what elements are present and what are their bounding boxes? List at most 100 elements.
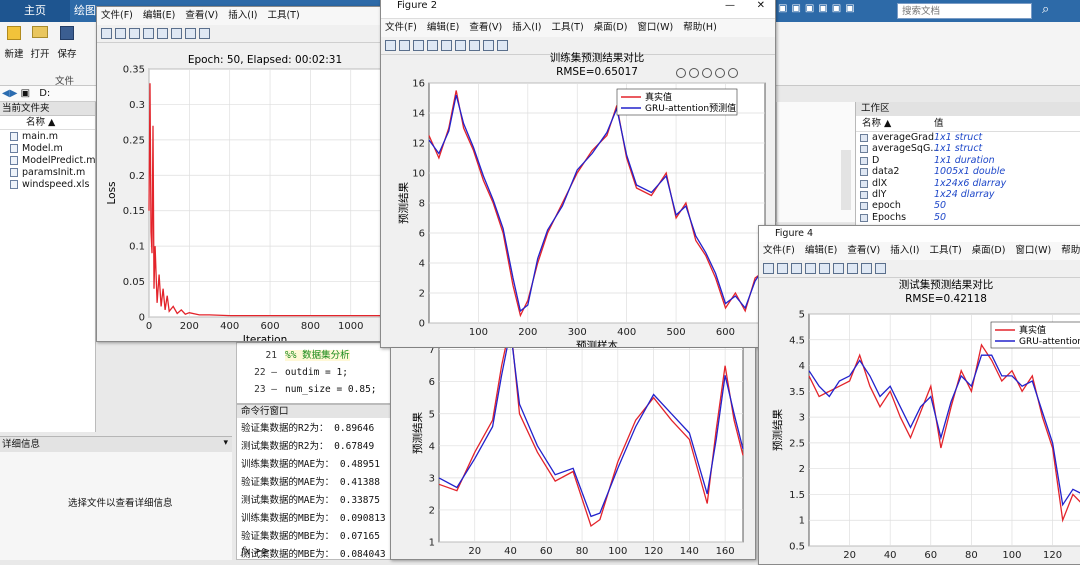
menu-item[interactable]: 桌面(D)	[972, 245, 1006, 256]
zoom-in-icon[interactable]	[676, 68, 686, 78]
menu-item[interactable]: 编辑(E)	[143, 10, 175, 21]
x-tick-label: 20	[843, 550, 856, 561]
menu-item[interactable]: 文件(F)	[763, 245, 795, 256]
file-list-item[interactable]: Model.m	[0, 143, 95, 155]
back-icon[interactable]: ◀▶	[2, 88, 17, 99]
workspace-row[interactable]: averageGrad 1x1 struct	[856, 132, 1080, 143]
new-figure-icon[interactable]	[763, 263, 774, 274]
scrollbar-track[interactable]	[841, 150, 851, 210]
editor-line[interactable]: 23 — num_size = 0.85;	[237, 381, 390, 398]
open-button[interactable]: 打开	[28, 26, 52, 60]
colorbar-icon[interactable]	[171, 28, 182, 39]
menu-item[interactable]: 帮助(H)	[683, 22, 717, 33]
menu-item[interactable]: 编辑(E)	[427, 22, 459, 33]
colorbar-icon[interactable]	[833, 263, 844, 274]
zoom-out-icon[interactable]	[689, 68, 699, 78]
property-icon[interactable]	[875, 263, 886, 274]
menu-item[interactable]: 窗口(W)	[1015, 245, 1051, 256]
x-tick-label: 100	[469, 327, 488, 338]
workspace-row[interactable]: Epochs 50	[856, 212, 1080, 223]
property-icon[interactable]	[199, 28, 210, 39]
workspace-row[interactable]: dlX 1x24x6 dlarray	[856, 178, 1080, 189]
file-column-header[interactable]: 名称 ▲	[0, 116, 95, 130]
menu-item[interactable]: 工具(T)	[551, 22, 583, 33]
print-icon[interactable]	[805, 263, 816, 274]
details-collapse-icon[interactable]: ▾	[223, 438, 228, 448]
menu-item[interactable]: 桌面(D)	[594, 22, 628, 33]
close-icon[interactable]: ✕	[757, 0, 765, 11]
new-figure-icon[interactable]	[101, 28, 112, 39]
legend-icon[interactable]	[847, 263, 858, 274]
open-file-icon[interactable]	[399, 40, 410, 51]
legend-icon[interactable]	[469, 40, 480, 51]
y-axis-label: 预测结果	[771, 409, 784, 451]
colorbar-icon[interactable]	[455, 40, 466, 51]
menu-item[interactable]: 查看(V)	[185, 10, 218, 21]
loss-chart: 0 200 400 600 800 1000 0 0.05 0.1 0.15 0.2 0.25 0.3 0…	[106, 54, 381, 341]
search-icon[interactable]: ⌕	[1042, 2, 1049, 17]
variable-name: averageSqG...	[872, 143, 940, 155]
menu-item[interactable]: 窗口(W)	[637, 22, 673, 33]
menu-item[interactable]: 工具(T)	[267, 10, 299, 21]
menu-item[interactable]: 插入(I)	[228, 10, 257, 21]
menu-item[interactable]: 插入(I)	[890, 245, 919, 256]
workspace-row[interactable]: epoch 50	[856, 200, 1080, 211]
folder-up-icon[interactable]: ▣	[21, 88, 30, 99]
save-button[interactable]: 保存	[55, 26, 79, 60]
menu-item[interactable]: 插入(I)	[512, 22, 541, 33]
print-icon[interactable]	[143, 28, 154, 39]
menu-item[interactable]: 查看(V)	[847, 245, 880, 256]
cursor-icon[interactable]	[861, 263, 872, 274]
cursor-icon[interactable]	[185, 28, 196, 39]
menu-item[interactable]: 文件(F)	[101, 10, 133, 21]
command-prompt[interactable]: fx >>	[241, 546, 270, 557]
menu-item[interactable]: 帮助(H)	[1061, 245, 1080, 256]
workspace-row[interactable]: dlY 1x24 dlarray	[856, 189, 1080, 200]
property-icon[interactable]	[497, 40, 508, 51]
file-list-item[interactable]: paramsInit.m	[0, 167, 95, 179]
menu-item[interactable]: 文件(F)	[385, 22, 417, 33]
save-figure-icon[interactable]	[791, 263, 802, 274]
y-tick-label: 0.05	[123, 277, 145, 288]
figure4-menubar: 文件(F) 编辑(E) 查看(V) 插入(I) 工具(T) 桌面(D) 窗口(W) 帮助(H)	[759, 242, 1080, 260]
minimize-icon[interactable]: —	[725, 0, 735, 11]
workspace-row[interactable]: data2 1005x1 double	[856, 166, 1080, 177]
save-figure-icon[interactable]	[129, 28, 140, 39]
file-list-item[interactable]: main.m	[0, 131, 95, 143]
editor-line[interactable]: 21 %% 数据集分析	[237, 347, 390, 364]
training-progress-figure: 文件(F) 编辑(E) 查看(V) 插入(I) 工具(T) 0 200 400 600 800 1…	[96, 6, 382, 342]
menu-item[interactable]: 查看(V)	[469, 22, 502, 33]
print-icon[interactable]	[427, 40, 438, 51]
new-button[interactable]: 新建	[2, 26, 26, 60]
test-chart: 20 40 60 80 100 120 0.5 1 1.5 2 2.5 3 3.5 4 4.5 5 测试集预测结…	[771, 278, 1080, 561]
workspace-col-name[interactable]: 名称 ▲	[862, 116, 891, 132]
new-figure-icon[interactable]	[385, 40, 396, 51]
command-output-line: 测试集数据的R2为： 0.67849	[241, 441, 375, 452]
open-file-icon[interactable]	[777, 263, 788, 274]
open-file-icon[interactable]	[115, 28, 126, 39]
workspace-col-value[interactable]: 值	[934, 116, 944, 132]
save-figure-icon[interactable]	[413, 40, 424, 51]
menu-item[interactable]: 编辑(E)	[805, 245, 837, 256]
path-text[interactable]: D:	[39, 88, 50, 99]
rotate-icon[interactable]	[715, 68, 725, 78]
workspace-row[interactable]: averageSqG... 1x1 struct	[856, 143, 1080, 154]
cursor-icon[interactable]	[483, 40, 494, 51]
link-icon[interactable]	[157, 28, 168, 39]
link-icon[interactable]	[819, 263, 830, 274]
editor-line[interactable]: 22 — outdim = 1;	[237, 364, 390, 381]
search-input[interactable]: 搜索文档	[897, 3, 1032, 19]
workspace-row[interactable]: D 1x1 duration	[856, 155, 1080, 166]
file-list-item[interactable]: ModelPredict.m	[0, 155, 96, 167]
command-output-line: 测试集数据的MAE为： 0.33875	[241, 495, 380, 506]
file-list-item[interactable]: windspeed.xls	[0, 179, 95, 191]
tab-home[interactable]: 主页	[0, 0, 70, 22]
y-tick-label: 12	[412, 139, 425, 150]
legend-label: 真实值	[1019, 324, 1046, 336]
home-icon[interactable]	[728, 68, 738, 78]
menu-item[interactable]: 工具(T)	[929, 245, 961, 256]
variable-icon	[860, 134, 868, 142]
chart-title: 训练集预测结果对比	[550, 51, 645, 64]
pan-icon[interactable]	[702, 68, 712, 78]
link-icon[interactable]	[441, 40, 452, 51]
